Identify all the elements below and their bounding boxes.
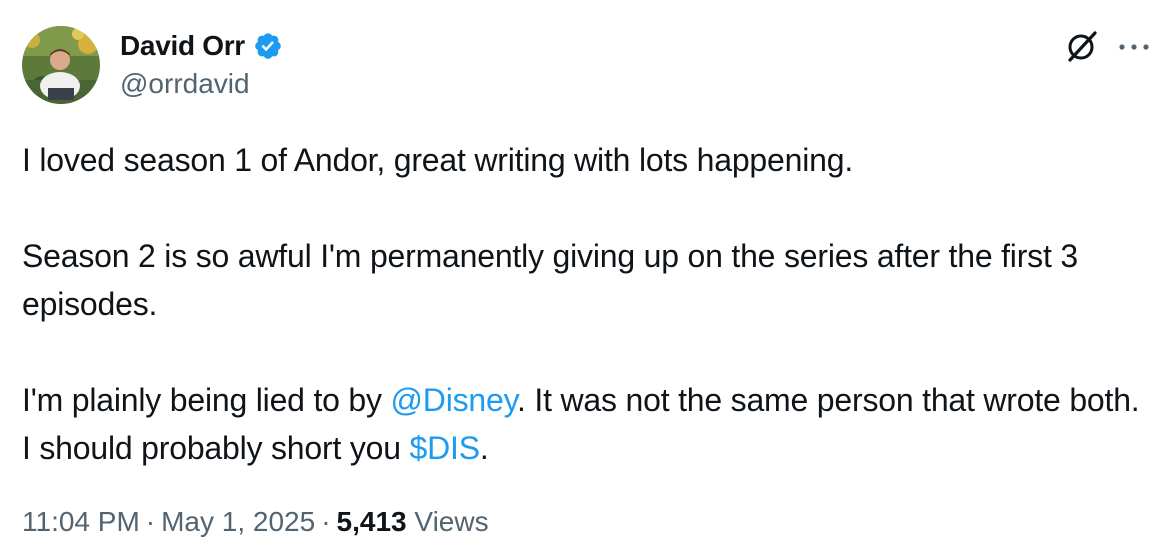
grok-icon[interactable] [1064,28,1100,64]
cashtag-link[interactable]: $DIS [410,430,481,466]
author-display-name[interactable]: David Orr [120,30,245,62]
avatar-image [22,26,100,104]
mention-link[interactable]: @Disney [391,382,518,418]
more-options-icon[interactable] [1114,30,1154,64]
meta-separator: · [321,506,331,537]
avatar[interactable] [22,26,100,104]
tweet-date[interactable]: May 1, 2025 [161,506,315,537]
tweet-metadata: 11:04 PM · May 1, 2025 · 5,413 Views [22,506,489,538]
tweet-text: I loved season 1 of Andor, great writing… [22,136,1142,472]
author-name-row: David Orr [120,28,283,64]
tweet-text-segment: . [479,430,489,466]
tweet-card: David Orr @orrdavid I loved season 1 of … [0,0,1172,552]
views-label: Views [414,506,489,537]
tweet-paragraph-2: Season 2 is so awful I'm permanently giv… [22,238,1078,322]
verified-badge-icon[interactable] [253,31,283,61]
views-count: 5,413 [336,506,407,537]
tweet-paragraph-1: I loved season 1 of Andor, great writing… [22,142,854,178]
tweet-paragraph-3: I'm plainly being lied to by @Disney. It… [22,376,1142,472]
tweet-time[interactable]: 11:04 PM [22,506,140,537]
meta-separator: · [145,506,156,537]
tweet-text-segment: I'm plainly being lied to by [22,382,391,418]
author-handle[interactable]: @orrdavid [120,68,250,100]
